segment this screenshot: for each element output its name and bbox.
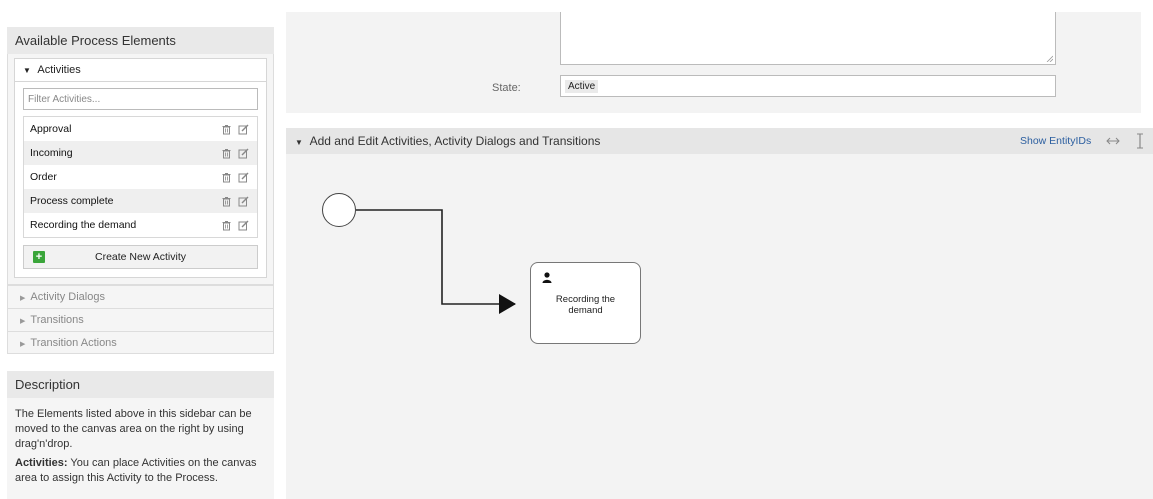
edit-icon[interactable] — [238, 172, 249, 183]
plus-icon: + — [33, 251, 45, 263]
activity-item[interactable]: Recording the demand — [24, 213, 257, 237]
activity-node-label: Recording the demand — [555, 294, 616, 316]
accordion-activity-dialogs-label: Activity Dialogs — [30, 291, 105, 303]
edit-icon[interactable] — [238, 220, 249, 231]
edit-icon[interactable] — [238, 196, 249, 207]
canvas-panel-header[interactable]: ▼ Add and Edit Activities, Activity Dial… — [286, 128, 1153, 154]
state-selected-value: Active — [565, 79, 599, 93]
activity-item-label: Recording the demand — [30, 219, 137, 231]
accordion-transition-actions-header[interactable]: ▶ Transition Actions — [7, 331, 274, 354]
description-paragraph-activities: Activities: You can place Activities on … — [15, 456, 266, 486]
arrowhead-icon — [499, 294, 516, 314]
activities-canvas-panel: ▼ Add and Edit Activities, Activity Dial… — [286, 128, 1153, 499]
chevron-down-icon: ▼ — [295, 138, 303, 147]
accordion-activities-header[interactable]: ▼ Activities — [14, 58, 267, 82]
activity-item-label: Order — [30, 171, 57, 183]
accordion-transitions-header[interactable]: ▶ Transitions — [7, 308, 274, 331]
process-elements-sidebar: Available Process Elements ▼ Activities … — [7, 27, 274, 354]
show-entity-ids-link[interactable]: Show EntityIDs — [1020, 128, 1091, 154]
state-label: State: — [492, 82, 521, 94]
activity-item-label: Process complete — [30, 195, 114, 207]
chevron-down-icon: ▼ — [23, 66, 31, 75]
trash-icon[interactable] — [221, 220, 232, 231]
available-elements-title: Available Process Elements — [7, 27, 274, 54]
edit-icon[interactable] — [238, 148, 249, 159]
edit-icon[interactable] — [238, 124, 249, 135]
trash-icon[interactable] — [221, 148, 232, 159]
transition-connector — [356, 209, 516, 314]
accordion-activity-dialogs-header[interactable]: ▶ Activity Dialogs — [7, 285, 274, 308]
activity-item[interactable]: Incoming — [24, 141, 257, 165]
canvas-panel-title: Add and Edit Activities, Activity Dialog… — [309, 134, 601, 148]
activity-item[interactable]: Order — [24, 165, 257, 189]
description-title: Description — [7, 371, 274, 398]
activities-list: Approval Incoming Order Process complete… — [23, 116, 258, 238]
description-paragraph: The Elements listed above in this sideba… — [15, 408, 252, 450]
elements-accordion: ▼ Activities Approval Incoming — [7, 54, 274, 285]
chevron-right-icon: ▶ — [20, 295, 26, 302]
create-new-activity-button[interactable]: + Create New Activity — [23, 245, 258, 269]
accordion-transition-actions-label: Transition Actions — [30, 337, 117, 349]
accordion-transitions-label: Transitions — [30, 314, 84, 326]
state-select[interactable]: Active — [560, 75, 1056, 97]
accordion-activities-label: Activities — [37, 64, 81, 76]
activity-node-recording-the-demand[interactable]: Recording the demand — [530, 262, 641, 344]
description-box: Description The Elements listed above in… — [7, 371, 274, 499]
description-activities-heading: Activities: — [15, 457, 68, 469]
activities-panel: Approval Incoming Order — [14, 82, 267, 278]
activity-item-label: Approval — [30, 123, 72, 135]
process-form-area: State: Active — [286, 12, 1141, 113]
description-textarea[interactable] — [560, 12, 1056, 65]
activity-item[interactable]: Process complete — [24, 189, 257, 213]
description-text: The Elements listed above in this sideba… — [7, 398, 274, 499]
start-event-node[interactable] — [322, 193, 356, 227]
trash-icon[interactable] — [221, 172, 232, 183]
trash-icon[interactable] — [221, 124, 232, 135]
trash-icon[interactable] — [221, 196, 232, 207]
vertical-resize-icon[interactable] — [1136, 133, 1144, 149]
create-new-activity-label: Create New Activity — [94, 251, 187, 263]
filter-activities-input[interactable] — [23, 88, 258, 110]
resize-grip-icon[interactable] — [1046, 55, 1053, 62]
process-canvas[interactable]: Recording the demand — [286, 154, 1153, 499]
horizontal-resize-icon[interactable] — [1106, 137, 1120, 145]
chevron-right-icon: ▶ — [20, 341, 26, 348]
user-icon — [542, 272, 552, 283]
chevron-right-icon: ▶ — [20, 318, 26, 325]
activity-item-label: Incoming — [30, 147, 73, 159]
activity-item[interactable]: Approval — [24, 117, 257, 141]
